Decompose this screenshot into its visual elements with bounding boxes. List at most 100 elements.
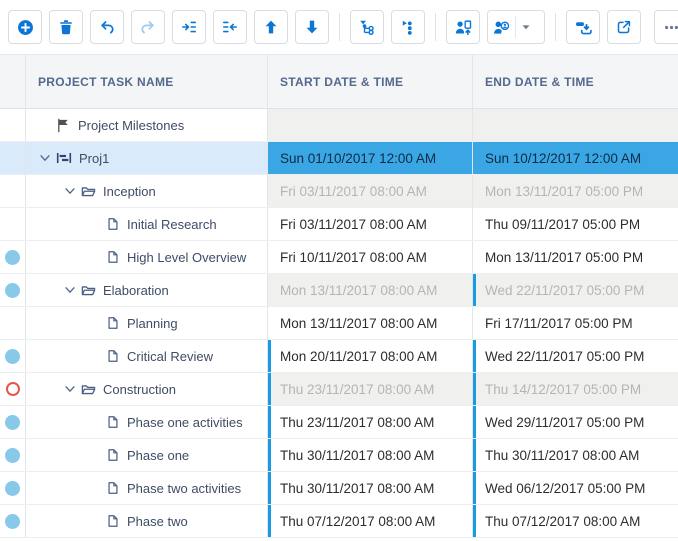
- column-header-task-name[interactable]: PROJECT TASK NAME: [25, 55, 267, 108]
- task-name-cell[interactable]: Elaboration: [25, 274, 267, 306]
- task-row[interactable]: Phase oneThu 30/11/2017 08:00 AMThu 30/1…: [0, 439, 678, 472]
- start-date-cell[interactable]: Thu 30/11/2017 08:00 AM: [267, 472, 472, 504]
- end-date-cell[interactable]: Thu 09/11/2017 05:00 PM: [472, 208, 678, 240]
- task-row[interactable]: Inception Fri 03/11/2017 08:00 AMMon 13/1…: [0, 175, 678, 208]
- task-name-label: Inception: [103, 184, 156, 199]
- end-date-text: Mon 13/11/2017 05:00 PM: [485, 250, 643, 265]
- column-header-end-date[interactable]: END DATE & TIME: [472, 55, 678, 108]
- filter-tree-button[interactable]: [350, 10, 384, 44]
- delete-task-button[interactable]: [49, 10, 83, 44]
- task-row[interactable]: Phase two activities Thu 30/11/2017 08:00…: [0, 472, 678, 505]
- task-row[interactable]: Proj1 Sun 01/10/2017 12:00 AM Sun 10/12/20…: [0, 142, 678, 175]
- status-dot-blue-icon: [5, 250, 20, 265]
- export-button[interactable]: [566, 10, 600, 44]
- end-date-text: Wed 22/11/2017 05:00 PM: [485, 349, 644, 364]
- critical-path-button[interactable]: [391, 10, 425, 44]
- task-name-cell[interactable]: High Level Overview: [25, 241, 267, 273]
- start-date-cell[interactable]: Fri 03/11/2017 08:00 AM: [267, 208, 472, 240]
- start-date-cell[interactable]: Sun 01/10/2017 12:00 AM: [267, 142, 472, 174]
- task-row[interactable]: Planning Mon 13/11/2017 08:00 AM Fri 17/11…: [0, 307, 678, 340]
- task-name-label: Initial Research: [127, 217, 217, 232]
- end-date-cell[interactable]: Wed 29/11/2017 05:00 PM: [472, 406, 678, 438]
- end-date-cell[interactable]: Sun 10/12/2017 12:00 AM: [472, 142, 678, 174]
- end-date-cell[interactable]: Wed 22/11/2017 05:00 PM: [472, 340, 678, 372]
- start-date-cell[interactable]: Thu 07/12/2017 08:00 AM: [267, 505, 472, 537]
- task-row[interactable]: ConstructionThu 23/11/2017 08:00 AMThu 1…: [0, 373, 678, 406]
- row-gutter-cell: [0, 241, 25, 273]
- end-date-text: Fri 17/11/2017 05:00 PM: [485, 316, 633, 331]
- tree-filter-icon: [359, 19, 376, 36]
- task-name-cell[interactable]: Phase one: [25, 439, 267, 471]
- start-date-cell[interactable]: Thu 23/11/2017 08:00 AM: [267, 406, 472, 438]
- arrow-down-icon: [304, 19, 320, 35]
- task-name-cell[interactable]: Initial Research: [25, 208, 267, 240]
- task-row[interactable]: Critical ReviewMon 20/11/2017 08:00 AM We…: [0, 340, 678, 373]
- row-gutter-cell: [0, 505, 25, 537]
- end-date-cell[interactable]: Wed 06/12/2017 05:00 PM: [472, 472, 678, 504]
- task-row[interactable]: Project Milestones: [0, 109, 678, 142]
- split-button-divider: [515, 16, 516, 38]
- task-name-cell[interactable]: Project Milestones: [25, 109, 267, 141]
- task-name-cell[interactable]: Construction: [25, 373, 267, 405]
- chevron-down-icon[interactable]: [38, 151, 56, 165]
- outdent-task-button[interactable]: [213, 10, 247, 44]
- row-gutter-cell: [0, 439, 25, 471]
- chevron-down-icon[interactable]: [63, 184, 81, 198]
- end-date-cell[interactable]: Thu 07/12/2017 08:00 AM: [472, 505, 678, 537]
- constraint-indicator-bar: [268, 373, 271, 405]
- circle-plus-icon: [17, 19, 34, 36]
- task-row[interactable]: ElaborationMon 13/11/2017 08:00 AMWed 22…: [0, 274, 678, 307]
- more-actions-button[interactable]: [654, 10, 678, 44]
- status-dot-blue-icon: [5, 481, 20, 496]
- task-name-cell[interactable]: Phase two: [25, 505, 267, 537]
- constraint-indicator-bar: [473, 439, 476, 471]
- undo-button[interactable]: [90, 10, 124, 44]
- end-date-cell[interactable]: Wed 22/11/2017 05:00 PM: [472, 274, 678, 306]
- task-row[interactable]: Phase twoThu 07/12/2017 08:00 AMThu 07/1…: [0, 505, 678, 538]
- assign-resources-button[interactable]: [487, 10, 545, 44]
- redo-button[interactable]: [131, 10, 165, 44]
- start-date-text: Thu 30/11/2017 08:00 AM: [280, 481, 434, 496]
- start-date-cell[interactable]: [267, 109, 472, 141]
- end-date-cell[interactable]: Fri 17/11/2017 05:00 PM: [472, 307, 678, 339]
- redo-icon: [140, 19, 156, 35]
- start-date-cell[interactable]: Mon 13/11/2017 08:00 AM: [267, 274, 472, 306]
- move-up-button[interactable]: [254, 10, 288, 44]
- column-header-start-date[interactable]: START DATE & TIME: [267, 55, 472, 108]
- task-name-cell[interactable]: Inception: [25, 175, 267, 207]
- task-row[interactable]: High Level OverviewFri 10/11/2017 08:00 …: [0, 241, 678, 274]
- start-date-cell[interactable]: Thu 30/11/2017 08:00 AM: [267, 439, 472, 471]
- start-date-cell[interactable]: Thu 23/11/2017 08:00 AM: [267, 373, 472, 405]
- end-date-cell[interactable]: Mon 13/11/2017 05:00 PM: [472, 175, 678, 207]
- start-date-cell[interactable]: Fri 03/11/2017 08:00 AM: [267, 175, 472, 207]
- task-name-cell[interactable]: Planning: [25, 307, 267, 339]
- end-date-cell[interactable]: Mon 13/11/2017 05:00 PM: [472, 241, 678, 273]
- task-name-label: Planning: [127, 316, 178, 331]
- start-date-cell[interactable]: Mon 13/11/2017 08:00 AM: [267, 307, 472, 339]
- import-resources-button[interactable]: [446, 10, 480, 44]
- indent-task-button[interactable]: [172, 10, 206, 44]
- end-date-cell[interactable]: [472, 109, 678, 141]
- add-task-button[interactable]: [8, 10, 42, 44]
- task-name-label: Proj1: [79, 151, 109, 166]
- row-gutter-cell: [0, 373, 25, 405]
- move-down-button[interactable]: [295, 10, 329, 44]
- folder-icon: [81, 382, 96, 397]
- end-date-cell[interactable]: Thu 30/11/2017 08:00 AM: [472, 439, 678, 471]
- chevron-down-icon[interactable]: [63, 283, 81, 297]
- chevron-down-icon[interactable]: [63, 382, 81, 396]
- row-gutter-cell: [0, 109, 25, 141]
- task-name-cell[interactable]: Critical Review: [25, 340, 267, 372]
- task-row[interactable]: Initial Research Fri 03/11/2017 08:00 AMT…: [0, 208, 678, 241]
- start-date-cell[interactable]: Mon 20/11/2017 08:00 AM: [267, 340, 472, 372]
- start-date-text: Sun 01/10/2017 12:00 AM: [280, 151, 436, 166]
- open-external-button[interactable]: [607, 10, 641, 44]
- task-name-cell[interactable]: Phase two activities: [25, 472, 267, 504]
- start-date-cell[interactable]: Fri 10/11/2017 08:00 AM: [267, 241, 472, 273]
- flag-icon: [56, 118, 71, 133]
- task-row[interactable]: Phase one activitiesThu 23/11/2017 08:00…: [0, 406, 678, 439]
- end-date-cell[interactable]: Thu 14/12/2017 05:00 PM: [472, 373, 678, 405]
- task-name-cell[interactable]: Phase one activities: [25, 406, 267, 438]
- caret-down-icon[interactable]: [519, 20, 533, 34]
- task-name-cell[interactable]: Proj1: [25, 142, 267, 174]
